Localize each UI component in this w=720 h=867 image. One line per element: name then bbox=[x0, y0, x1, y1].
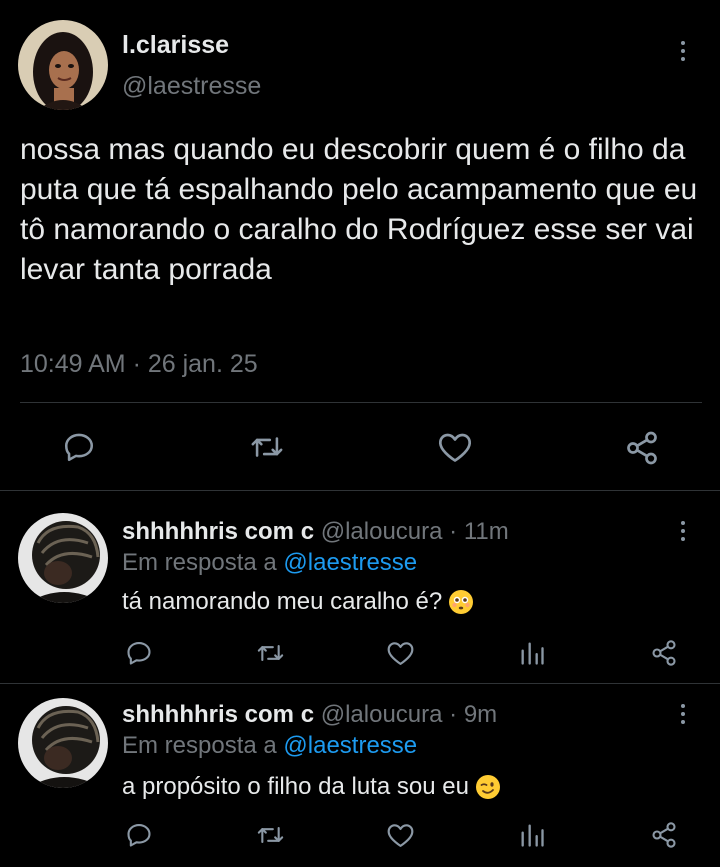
tweet-timestamp[interactable]: 10:49 AM · 26 jan. 25 bbox=[20, 350, 258, 379]
retweet-icon[interactable] bbox=[255, 639, 286, 667]
replying-to: Em resposta a @laestresse bbox=[122, 549, 417, 577]
reply-icon[interactable] bbox=[62, 430, 96, 464]
avatar[interactable] bbox=[18, 513, 108, 603]
separator: · bbox=[449, 701, 458, 728]
more-options-icon[interactable] bbox=[668, 516, 698, 546]
like-icon[interactable] bbox=[437, 430, 473, 464]
relative-time[interactable]: 11m bbox=[464, 518, 509, 545]
share-icon[interactable] bbox=[624, 430, 660, 466]
reply-text-content: a propósito o filho da luta sou eu bbox=[122, 773, 469, 800]
more-options-icon[interactable] bbox=[668, 699, 698, 729]
divider bbox=[20, 402, 702, 403]
replying-to-label: Em resposta a bbox=[122, 549, 277, 576]
display-name[interactable]: l.clarisse bbox=[122, 31, 229, 60]
retweet-icon[interactable] bbox=[255, 821, 286, 849]
mention-link[interactable]: @laestresse bbox=[283, 549, 417, 576]
user-handle[interactable]: @laloucura bbox=[321, 518, 443, 545]
reply-text: a propósito o filho da luta sou eu bbox=[122, 773, 501, 801]
reply-icon[interactable] bbox=[125, 821, 153, 849]
main-tweet: l.clarisse @laestresse nossa mas quando … bbox=[0, 0, 720, 490]
reply-header: shhhhhris com c @laloucura · 9m bbox=[122, 701, 497, 729]
retweet-icon[interactable] bbox=[248, 430, 286, 464]
tweet-text: nossa mas quando eu descobrir quem é o f… bbox=[20, 133, 698, 286]
separator: · bbox=[449, 518, 458, 545]
more-options-icon[interactable] bbox=[668, 36, 698, 66]
reply-text: tá namorando meu caralho é? bbox=[122, 588, 474, 616]
replying-to: Em resposta a @laestresse bbox=[122, 732, 417, 760]
user-handle[interactable]: @laloucura bbox=[321, 701, 443, 728]
reply-tweet[interactable]: shhhhhris com c @laloucura · 11m Em resp… bbox=[0, 491, 720, 683]
user-handle[interactable]: @laestresse bbox=[122, 72, 261, 101]
winking-face-emoji bbox=[475, 775, 500, 799]
analytics-icon[interactable] bbox=[518, 821, 546, 849]
relative-time[interactable]: 9m bbox=[464, 701, 497, 728]
avatar-photo bbox=[18, 513, 108, 603]
share-icon[interactable] bbox=[650, 639, 678, 667]
avatar-photo bbox=[18, 20, 108, 110]
avatar[interactable] bbox=[18, 698, 108, 788]
analytics-icon[interactable] bbox=[518, 639, 546, 667]
share-icon[interactable] bbox=[650, 821, 678, 849]
display-name[interactable]: shhhhhris com c bbox=[122, 701, 314, 728]
display-name[interactable]: shhhhhris com c bbox=[122, 518, 314, 545]
reply-text-content: tá namorando meu caralho é? bbox=[122, 588, 443, 615]
flushed-face-emoji bbox=[449, 590, 474, 614]
like-icon[interactable] bbox=[386, 821, 415, 849]
replying-to-label: Em resposta a bbox=[122, 732, 277, 759]
reply-icon[interactable] bbox=[125, 639, 153, 667]
avatar[interactable] bbox=[18, 20, 108, 110]
mention-link[interactable]: @laestresse bbox=[283, 732, 417, 759]
reply-header: shhhhhris com c @laloucura · 11m bbox=[122, 518, 509, 546]
reply-tweet[interactable]: shhhhhris com c @laloucura · 9m Em respo… bbox=[0, 684, 720, 867]
like-icon[interactable] bbox=[386, 639, 415, 667]
avatar-photo bbox=[18, 698, 108, 788]
